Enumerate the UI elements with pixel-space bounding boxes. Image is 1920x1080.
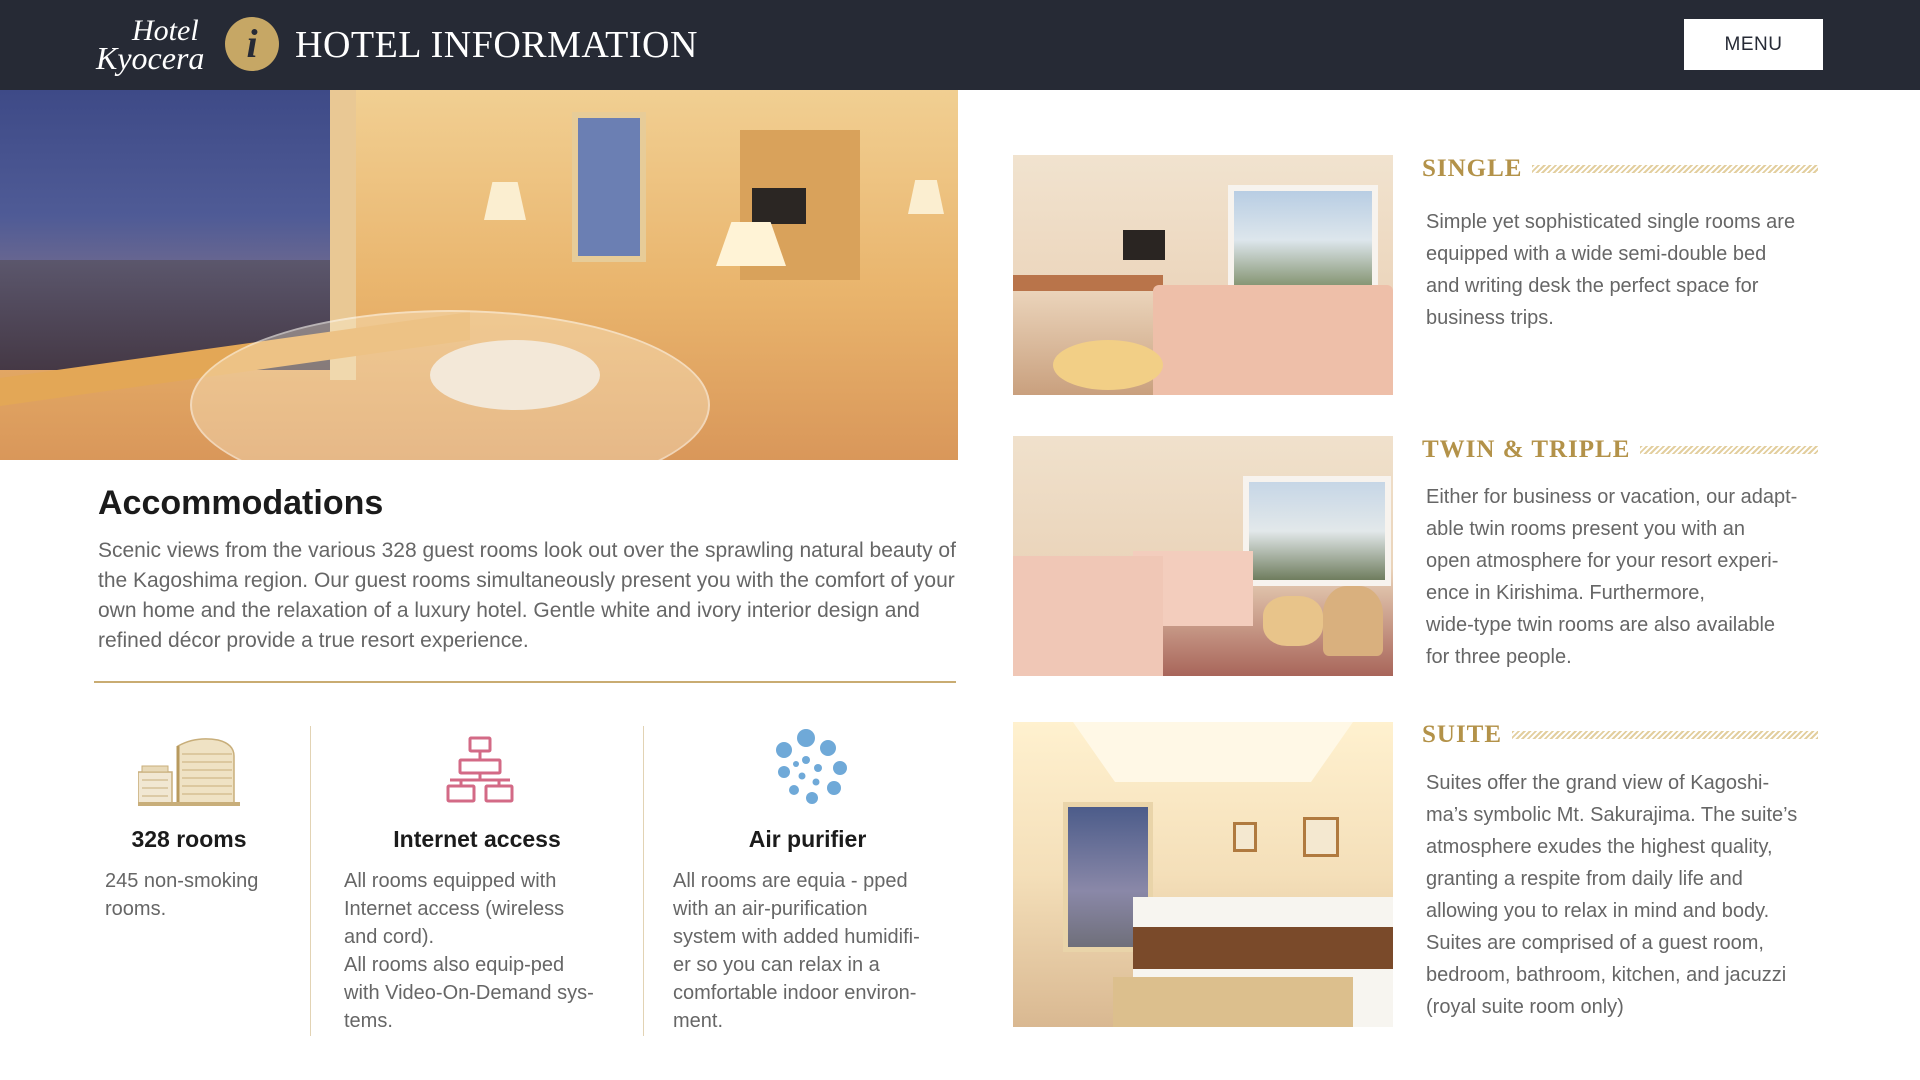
suite-photo-bench bbox=[1113, 977, 1353, 1027]
feature-internet-title: Internet access bbox=[393, 826, 561, 852]
room-name-single: SINGLE bbox=[1422, 155, 1523, 182]
room-heading-suite: SUITE bbox=[1422, 720, 1818, 750]
section-divider bbox=[94, 681, 956, 683]
twin-photo-chair bbox=[1323, 586, 1383, 656]
feature-rooms-desc: 245 non-smoking rooms. bbox=[105, 870, 259, 920]
twin-photo-bed bbox=[1013, 556, 1163, 676]
air-purifier-icon bbox=[776, 729, 847, 804]
info-icon: i bbox=[225, 17, 279, 71]
feature-air-purifier-desc: All rooms are equia - pped with an air-p… bbox=[673, 870, 920, 1032]
feature-rooms-title: 328 rooms bbox=[131, 826, 247, 852]
hero-room-photo bbox=[0, 90, 958, 460]
top-header: Hotel Kyocera i HOTEL INFORMATION MENU bbox=[0, 0, 1920, 90]
suite-photo-frame bbox=[1233, 822, 1257, 852]
feature-divider bbox=[643, 726, 644, 1036]
feature-internet-desc: All rooms equipped with Internet access … bbox=[344, 870, 594, 1032]
heading-ornament bbox=[1512, 731, 1818, 739]
single-photo-bed bbox=[1153, 285, 1393, 395]
single-photo-window bbox=[1228, 185, 1378, 295]
accommodations-title: Accommodations bbox=[98, 484, 384, 522]
hero-lamp bbox=[484, 182, 526, 220]
room-name-twin: TWIN & TRIPLE bbox=[1422, 436, 1631, 463]
hero-back-window bbox=[572, 112, 646, 262]
twin-photo-window bbox=[1243, 476, 1391, 586]
twin-room-photo bbox=[1013, 436, 1393, 676]
feature-air-purifier-title: Air purifier bbox=[748, 826, 867, 852]
single-photo-tv bbox=[1123, 230, 1165, 260]
suite-room-photo bbox=[1013, 722, 1393, 1027]
twin-photo-table bbox=[1263, 596, 1323, 646]
suite-photo-frame bbox=[1303, 817, 1339, 857]
suite-photo-bed-runner bbox=[1133, 927, 1393, 969]
hero-tv bbox=[752, 188, 806, 224]
hotel-building-icon bbox=[138, 738, 240, 806]
single-room-photo bbox=[1013, 155, 1393, 395]
room-heading-twin: TWIN & TRIPLE bbox=[1422, 435, 1818, 465]
suite-photo-ceiling bbox=[1073, 722, 1353, 782]
room-desc-suite: Suites offer the grand view of Kagoshi- … bbox=[1426, 772, 1798, 1018]
room-heading-single: SINGLE bbox=[1422, 154, 1818, 184]
room-desc-twin: Either for business or vacation, our ada… bbox=[1426, 486, 1798, 668]
hotel-logo[interactable]: Hotel Kyocera bbox=[96, 14, 210, 76]
feature-divider bbox=[310, 726, 311, 1036]
room-name-suite: SUITE bbox=[1422, 721, 1503, 748]
menu-button[interactable]: MENU bbox=[1684, 19, 1823, 70]
single-photo-desk bbox=[1013, 275, 1163, 291]
logo-text-kyocera: Kyocera bbox=[96, 40, 205, 76]
room-desc-single: Simple yet sophisticated single rooms ar… bbox=[1426, 211, 1796, 329]
network-icon bbox=[446, 736, 514, 803]
page-title: HOTEL INFORMATION bbox=[295, 24, 698, 66]
hero-lamp bbox=[908, 180, 944, 214]
accommodations-description: Scenic views from the various 328 guest … bbox=[98, 539, 956, 652]
heading-ornament bbox=[1532, 165, 1818, 173]
single-photo-table bbox=[1053, 340, 1163, 390]
hero-table-doily bbox=[430, 340, 600, 410]
heading-ornament bbox=[1640, 446, 1818, 454]
